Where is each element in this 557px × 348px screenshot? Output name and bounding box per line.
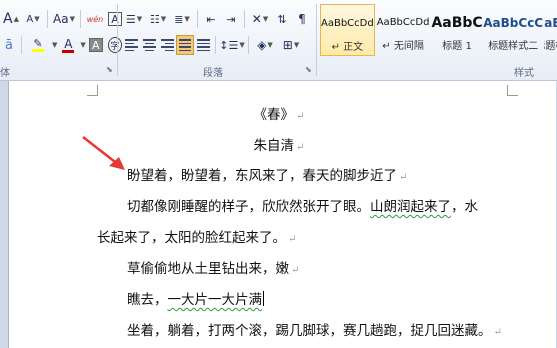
align-right-button[interactable] — [158, 35, 176, 55]
font-row-1: A ▲ A ▼ Aa ▼ wén A — [0, 8, 124, 30]
shading-button[interactable]: ◈ ▼ — [252, 35, 278, 55]
separator — [80, 10, 81, 28]
document-area: 《春》 ↵ 朱自清 ↵ 盼望着，盼望着，东风来了，春天的脚步近了 ↵ 切都像刚睡醒的样… — [0, 81, 557, 348]
highlight-button[interactable]: ✎ — [25, 35, 51, 55]
char-shading-button[interactable]: A — [86, 35, 106, 55]
paragraph-row-2: ↕☰ ▼ ◈ ▼ ⊞ ▼ — [122, 34, 304, 56]
align-center-icon — [142, 39, 156, 51]
distributed-icon — [196, 39, 210, 51]
doc-title: 《春》 ↵ — [253, 107, 305, 123]
line-spacing-icon: ↕☰ — [219, 38, 239, 52]
separator — [215, 36, 216, 54]
clear-format-button[interactable]: wén — [84, 9, 106, 29]
chinese-layout-button[interactable]: ✕ ▼ — [248, 9, 272, 29]
paragraph-group-label: 段落 — [203, 68, 223, 79]
styles-group-label: 样式 — [514, 68, 534, 79]
style-heading-style-2[interactable]: AaBbCcC 标题样式二 — [483, 4, 543, 56]
show-marks-button[interactable]: ¶ — [292, 9, 312, 29]
separator — [197, 10, 198, 28]
font-group-label: 体 — [0, 68, 10, 79]
separator — [21, 36, 22, 54]
line-spacing-button[interactable]: ↕☰ ▼ — [219, 35, 245, 55]
font-dialog-launcher-icon[interactable]: ⬊ — [106, 65, 113, 74]
styles-gallery: AaBbCcDd ↵ 正文 AaBbCcDd ↵ 无间隔 AaBbC 标题 1 … — [320, 4, 557, 60]
paragraph-line-3: 长起来了，太阳的脸红起来了。 ↵ — [97, 230, 297, 246]
margin-corner-mark — [507, 85, 518, 96]
grow-font-button[interactable]: A ▲ — [0, 9, 22, 29]
group-divider — [316, 4, 317, 76]
font-color-button[interactable]: A — [57, 35, 79, 55]
number-list-icon: ☷ — [149, 12, 160, 26]
paragraph-line-5: 瞧去，一大片一大片满 — [127, 291, 264, 308]
chinese-layout-icon: ✕ — [251, 12, 262, 26]
document-page[interactable]: 《春》 ↵ 朱自清 ↵ 盼望着，盼望着，东风来了，春天的脚步近了 ↵ 切都像刚睡醒的样… — [8, 81, 556, 348]
justify-button[interactable] — [176, 35, 194, 55]
pilcrow-icon: ¶ — [298, 12, 306, 26]
multilevel-list-icon: ≣ — [174, 12, 184, 26]
border-icon: ⊞ — [282, 38, 293, 52]
borders-button[interactable]: ⊞ ▼ — [278, 35, 304, 55]
style-no-spacing[interactable]: AaBbCcDd ↵ 无间隔 — [377, 4, 430, 56]
paragraph-line-1: 盼望着，盼望着，东风来了，春天的脚步近了 ↵ — [127, 168, 408, 184]
arrow-shaft — [82, 136, 120, 166]
separator — [248, 36, 249, 54]
highlight-color-bar — [32, 49, 44, 52]
text-caret — [263, 291, 264, 306]
separator — [244, 10, 245, 28]
justify-icon — [179, 39, 191, 51]
grammar-squiggle: 一大片一大片满 — [167, 292, 263, 308]
ribbon: A ▲ A ▼ Aa ▼ wén A ā ✎ ▼ A ▼ A 字 ☰ ▼ ☷ ▼… — [0, 0, 557, 81]
style-normal[interactable]: AaBbCcDd ↵ 正文 — [320, 4, 375, 56]
change-case-button[interactable]: Aa ▼ — [51, 9, 77, 29]
margin-corner-mark — [87, 85, 98, 96]
font-color-bar — [62, 49, 75, 53]
paragraph-row-1: ☰ ▼ ☷ ▼ ≣ ▼ ⇤ ⇥ ✕ ▼ ⇅ ¶ — [122, 8, 312, 30]
red-arrow-annotation — [82, 136, 125, 170]
font-row-2: ā ✎ ▼ A ▼ A 字 — [0, 34, 124, 56]
increase-indent-button[interactable]: ⇥ — [221, 9, 241, 29]
shrink-font-button[interactable]: A ▼ — [22, 9, 44, 29]
paragraph-line-2: 切都像刚睡醒的样子，欣欣然张开了眼。山朗润起来了，水 — [127, 199, 478, 215]
decrease-indent-button[interactable]: ⇤ — [201, 9, 221, 29]
style-heading-partial[interactable]: AaBl 标题样 — [544, 4, 557, 56]
group-divider — [117, 4, 118, 76]
bullets-button[interactable]: ☰ ▼ — [122, 9, 146, 29]
align-right-icon — [160, 39, 174, 51]
distributed-button[interactable] — [194, 35, 212, 55]
paragraph-line-4: 草偷偷地从土里钻出来，嫩 ↵ — [127, 261, 300, 277]
align-center-button[interactable] — [140, 35, 158, 55]
text-effect-icon[interactable]: ā — [0, 35, 18, 55]
increase-indent-icon: ⇥ — [226, 12, 236, 26]
grammar-squiggle: 山朗润起来了 — [370, 199, 451, 215]
paragraph-dialog-launcher-icon[interactable]: ⬊ — [305, 65, 312, 74]
multilevel-list-button[interactable]: ≣ ▼ — [170, 9, 194, 29]
paint-bucket-icon: ◈ — [257, 38, 267, 52]
numbering-button[interactable]: ☷ ▼ — [146, 9, 170, 29]
sort-button[interactable]: ⇅ — [272, 9, 292, 29]
style-heading-1[interactable]: AaBbC 标题 1 — [431, 4, 482, 56]
sort-icon: ⇅ — [277, 12, 287, 26]
align-left-button[interactable] — [122, 35, 140, 55]
bullet-list-icon: ☰ — [125, 12, 136, 26]
align-left-icon — [124, 39, 138, 51]
paragraph-line-6: 坐着，躺着，打两个滚，踢几脚球，赛几趟跑，捉几回迷藏。 ↵ — [127, 323, 502, 339]
separator — [47, 10, 48, 28]
decrease-indent-icon: ⇤ — [206, 12, 216, 26]
